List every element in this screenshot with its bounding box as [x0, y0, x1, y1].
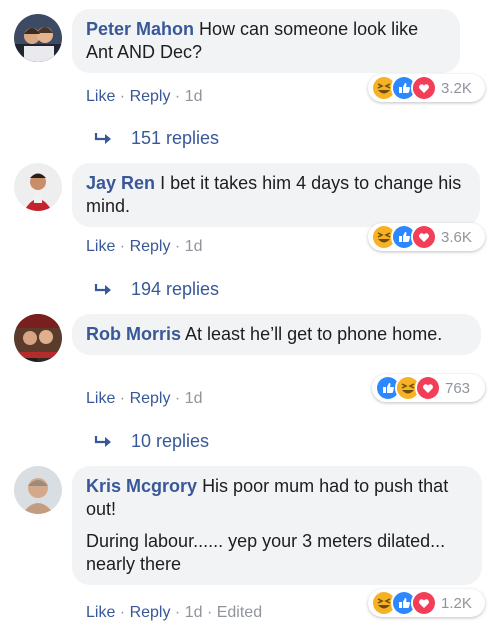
author-name[interactable]: Kris Mcgrory [86, 476, 197, 496]
reaction-count: 3.6K [441, 228, 472, 246]
avatar[interactable] [14, 314, 62, 362]
like-link[interactable]: Like [86, 238, 115, 255]
author-name[interactable]: Rob Morris [86, 324, 181, 344]
comment-text-paragraph: During labour...... yep your 3 meters di… [86, 531, 446, 574]
reaction-summary[interactable]: 3.2K [368, 74, 485, 102]
like-link[interactable]: Like [86, 88, 115, 105]
timestamp[interactable]: 1d [185, 238, 203, 255]
separator: · [115, 604, 130, 621]
replies-count[interactable]: 194 replies [131, 279, 219, 300]
author-name[interactable]: Jay Ren [86, 173, 155, 193]
separator: · [170, 604, 185, 621]
reaction-summary[interactable]: 3.6K [368, 223, 485, 251]
reaction-count: 1.2K [441, 594, 472, 612]
comment-actions: Like · Reply · 1d · Edited [86, 604, 262, 622]
reply-link[interactable]: Reply [130, 88, 171, 105]
reply-link[interactable]: Reply [130, 390, 171, 407]
edited-label[interactable]: Edited [217, 604, 262, 621]
timestamp[interactable]: 1d [185, 88, 203, 105]
replies-count[interactable]: 151 replies [131, 128, 219, 149]
reply-arrow-icon [94, 283, 111, 295]
comment-bubble: Kris Mcgrory His poor mum had to push th… [72, 466, 482, 585]
reply-link[interactable]: Reply [130, 604, 171, 621]
love-icon [411, 75, 437, 101]
replies-count[interactable]: 10 replies [131, 431, 209, 452]
like-link[interactable]: Like [86, 390, 115, 407]
view-replies-link[interactable]: 151 replies [94, 128, 219, 149]
reaction-count: 3.2K [441, 79, 472, 97]
reply-arrow-icon [94, 132, 111, 144]
avatar[interactable] [14, 14, 62, 62]
reaction-summary[interactable]: 1.2K [368, 589, 485, 617]
reaction-summary[interactable]: 763 [372, 374, 485, 402]
view-replies-link[interactable]: 10 replies [94, 431, 209, 452]
reply-link[interactable]: Reply [130, 238, 171, 255]
comment-actions: Like · Reply · 1d [86, 88, 203, 106]
author-name[interactable]: Peter Mahon [86, 19, 194, 39]
comment-bubble: Jay Ren I bet it takes him 4 days to cha… [72, 163, 480, 227]
timestamp[interactable]: 1d [185, 390, 203, 407]
comment-text: At least he’ll get to phone home. [185, 324, 443, 344]
comment-actions: Like · Reply · 1d [86, 238, 203, 256]
timestamp[interactable]: 1d [185, 604, 203, 621]
love-icon [411, 590, 437, 616]
love-icon [411, 224, 437, 250]
separator: · [115, 390, 130, 407]
avatar[interactable] [14, 466, 62, 514]
like-link[interactable]: Like [86, 604, 115, 621]
comment-actions: Like · Reply · 1d [86, 390, 203, 408]
separator: · [115, 88, 130, 105]
love-icon [415, 375, 441, 401]
separator: · [170, 390, 185, 407]
view-replies-link[interactable]: 194 replies [94, 279, 219, 300]
comment-bubble: Rob Morris At least he’ll get to phone h… [72, 314, 481, 355]
separator: · [202, 604, 217, 621]
separator: · [170, 88, 185, 105]
reply-arrow-icon [94, 435, 111, 447]
reaction-count: 763 [445, 379, 471, 397]
comment-bubble: Peter Mahon How can someone look like An… [72, 9, 460, 73]
avatar[interactable] [14, 163, 62, 211]
separator: · [170, 238, 185, 255]
separator: · [115, 238, 130, 255]
